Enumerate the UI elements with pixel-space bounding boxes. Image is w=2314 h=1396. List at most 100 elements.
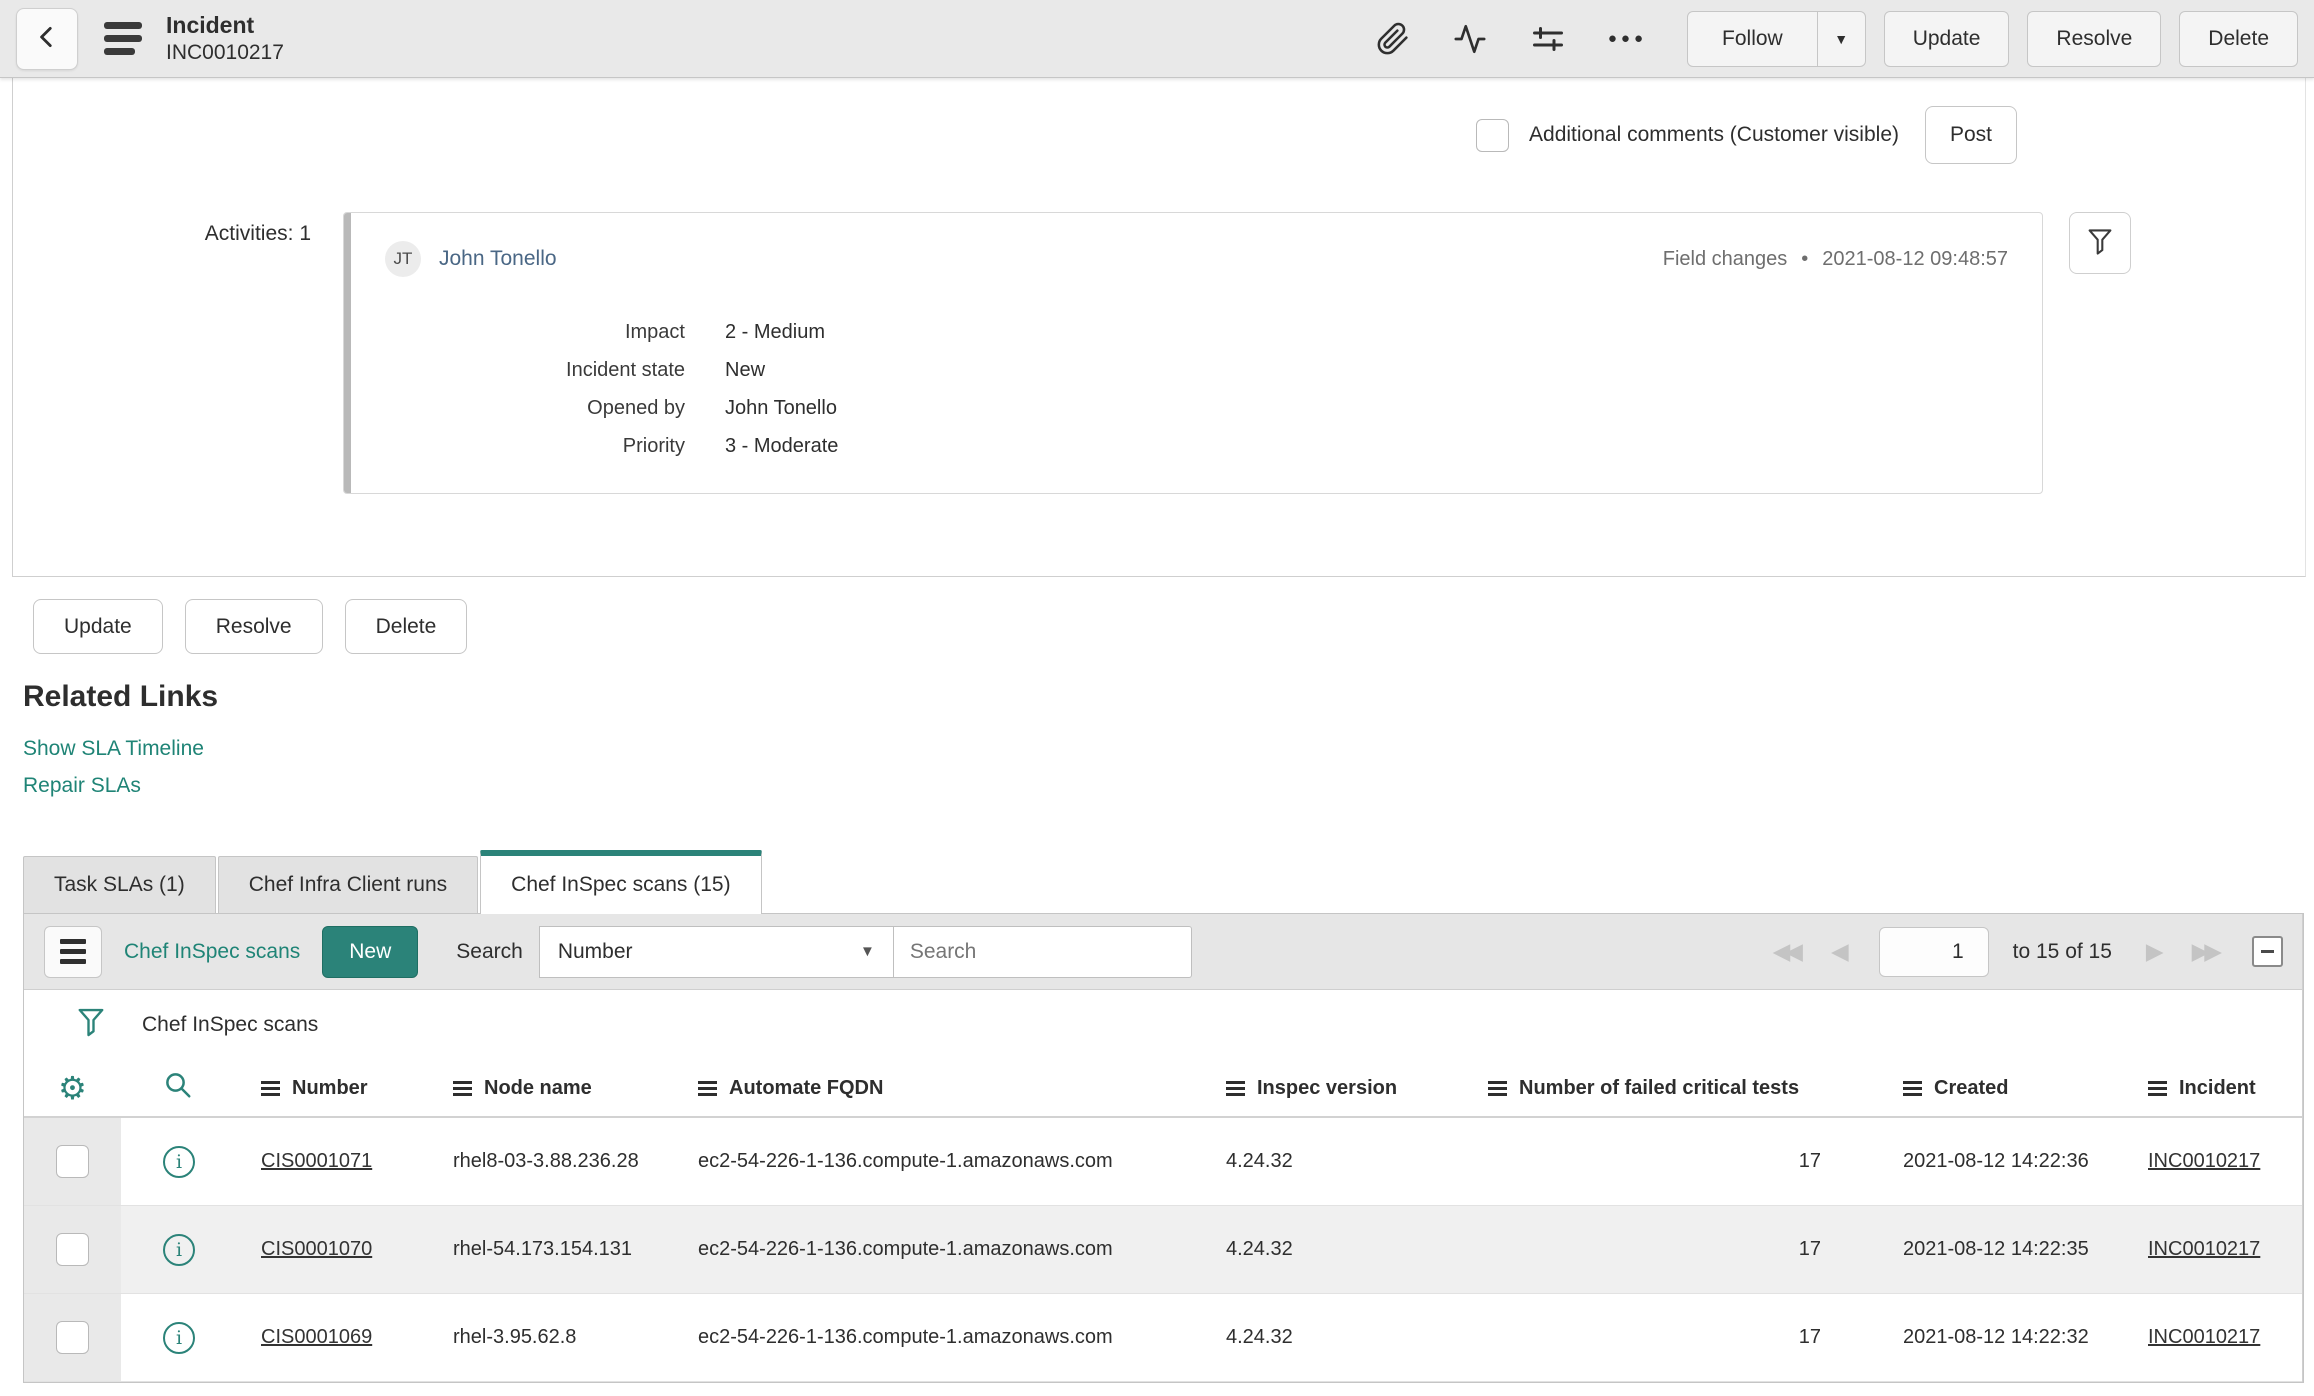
column-header-incident[interactable]: Incident	[2148, 1077, 2303, 1100]
collapse-list-button[interactable]	[2252, 936, 2283, 967]
follow-button[interactable]: Follow	[1688, 12, 1817, 66]
node-name-cell: rhel-3.95.62.8	[453, 1326, 577, 1348]
info-icon[interactable]: i	[163, 1145, 195, 1178]
more-options-icon[interactable]: ●●●	[1608, 30, 1647, 47]
column-menu-icon	[1903, 1080, 1922, 1096]
back-button[interactable]	[16, 7, 78, 70]
page-number-input[interactable]	[1878, 926, 1989, 977]
form-action-buttons: Update Resolve Delete	[23, 599, 2304, 654]
list-table: ⚙ Number Node name Automate FQDN Inspec …	[24, 1060, 2303, 1382]
resolve-button-header[interactable]: Resolve	[2027, 10, 2162, 67]
column-menu-icon	[2148, 1080, 2167, 1096]
resolve-button[interactable]: Resolve	[184, 599, 323, 654]
show-sla-timeline-link[interactable]: Show SLA Timeline	[23, 730, 2304, 767]
search-column-select[interactable]: Number ▼	[538, 925, 894, 978]
incident-link[interactable]: INC0010217	[2148, 1326, 2260, 1349]
incident-link[interactable]: INC0010217	[2148, 1238, 2260, 1261]
new-button[interactable]: New	[322, 925, 419, 978]
created-cell: 2021-08-12 14:22:32	[1903, 1326, 2089, 1348]
column-header-created[interactable]: Created	[1903, 1077, 2148, 1100]
update-button-header[interactable]: Update	[1883, 10, 2010, 67]
first-page-button[interactable]: ◀◀	[1773, 938, 1803, 965]
info-icon[interactable]: i	[163, 1321, 195, 1354]
update-button[interactable]: Update	[33, 599, 163, 654]
column-header-node-name[interactable]: Node name	[453, 1077, 698, 1100]
activity-field-changes: Impact 2 - Medium Incident state New Ope…	[385, 313, 2008, 465]
related-list-tabs: Task SLAs (1) Chef Infra Client runs Che…	[23, 850, 2304, 914]
next-page-button[interactable]: ▶	[2146, 938, 2164, 965]
related-links: Show SLA Timeline Repair SLAs	[23, 730, 2304, 804]
automate-fqdn-cell: ec2-54-226-1-136.compute-1.amazonaws.com	[698, 1326, 1113, 1348]
column-header-inspec-version[interactable]: Inspec version	[1226, 1077, 1488, 1100]
app-header: Incident INC0010217 ●●● Follow ▼ Update …	[0, 0, 2314, 78]
table-row: i CIS0001069 rhel-3.95.62.8 ec2-54-226-1…	[24, 1294, 2303, 1382]
list-menu-button[interactable]	[44, 925, 102, 978]
related-links-title: Related Links	[23, 680, 219, 713]
row-checkbox[interactable]	[56, 1233, 89, 1266]
tab-chef-inspec-scans[interactable]: Chef InSpec scans (15)	[480, 850, 762, 914]
repair-slas-link[interactable]: Repair SLAs	[23, 767, 2304, 804]
filter-funnel-icon[interactable]	[76, 1006, 106, 1045]
pagination-range-label: to 15 of 15	[2012, 939, 2112, 963]
activity-filter-button[interactable]	[2069, 212, 2131, 274]
activity-accent-bar	[344, 213, 351, 493]
additional-comments-checkbox[interactable]	[1476, 118, 1510, 152]
search-input[interactable]	[893, 925, 1192, 978]
activity-entry-card: JT John Tonello Field changes • 2021-08-…	[343, 212, 2043, 494]
field-change-row: Priority 3 - Moderate	[385, 427, 2008, 465]
gear-icon[interactable]: ⚙	[58, 1072, 87, 1104]
column-menu-icon	[453, 1080, 472, 1096]
created-cell: 2021-08-12 14:22:36	[1903, 1150, 2089, 1172]
node-name-cell: rhel-54.173.154.131	[453, 1238, 633, 1260]
activity-author-link[interactable]: John Tonello	[439, 247, 557, 271]
row-checkbox[interactable]	[56, 1145, 89, 1178]
delete-button[interactable]: Delete	[344, 599, 468, 654]
column-header-failed-critical-tests[interactable]: Number of failed critical tests	[1488, 1077, 1903, 1100]
node-name-cell: rhel8-03-3.88.236.28	[453, 1150, 639, 1172]
scan-number-link[interactable]: CIS0001070	[261, 1238, 372, 1261]
personalize-sliders-icon[interactable]	[1530, 21, 1566, 57]
field-label: Opened by	[587, 397, 685, 419]
field-label: Incident state	[566, 359, 685, 381]
failed-critical-tests-cell: 17	[1798, 1150, 1821, 1172]
follow-dropdown-arrow[interactable]: ▼	[1816, 11, 1865, 66]
tab-chef-infra-client-runs[interactable]: Chef Infra Client runs	[217, 856, 479, 913]
activity-stream-icon[interactable]	[1452, 22, 1488, 56]
created-cell: 2021-08-12 14:22:35	[1903, 1238, 2089, 1260]
paperclip-icon[interactable]	[1376, 22, 1410, 56]
table-header-row: ⚙ Number Node name Automate FQDN Inspec …	[24, 1060, 2303, 1118]
context-menu-icon[interactable]	[104, 22, 142, 55]
scan-number-link[interactable]: CIS0001071	[261, 1150, 372, 1173]
previous-page-button[interactable]: ◀	[1831, 938, 1849, 965]
delete-button-header[interactable]: Delete	[2179, 10, 2298, 67]
list-body: i CIS0001071 rhel8-03-3.88.236.28 ec2-54…	[24, 1118, 2303, 1382]
tab-task-slas[interactable]: Task SLAs (1)	[23, 856, 216, 913]
column-header-number[interactable]: Number	[261, 1077, 453, 1100]
list-title-link[interactable]: Chef InSpec scans	[124, 940, 300, 964]
field-value: John Tonello	[725, 397, 837, 419]
info-icon[interactable]: i	[163, 1233, 195, 1266]
avatar: JT	[385, 241, 421, 277]
column-menu-icon	[1488, 1080, 1507, 1096]
field-label: Impact	[624, 321, 685, 343]
inspec-version-cell: 4.24.32	[1226, 1238, 1293, 1260]
list-filter-row: Chef InSpec scans	[24, 990, 2303, 1060]
search-column-value: Number	[557, 939, 633, 963]
incident-link[interactable]: INC0010217	[2148, 1150, 2260, 1173]
last-page-button[interactable]: ▶▶	[2192, 938, 2222, 965]
chef-inspec-scans-list: Chef InSpec scans New Search Number ▼ ◀◀…	[23, 913, 2304, 1383]
additional-comments-label: Additional comments (Customer visible)	[1529, 123, 1899, 146]
activity-timestamp: 2021-08-12 09:48:57	[1822, 247, 2008, 270]
activity-meta-separator: •	[1801, 247, 1809, 270]
failed-critical-tests-cell: 17	[1798, 1238, 1821, 1260]
search-label: Search	[456, 939, 523, 963]
row-checkbox[interactable]	[56, 1321, 89, 1354]
field-value: New	[725, 359, 766, 381]
scan-number-link[interactable]: CIS0001069	[261, 1326, 372, 1349]
pagination: ◀◀ ◀ to 15 of 15 ▶ ▶▶	[1773, 926, 2283, 977]
field-change-row: Incident state New	[385, 351, 2008, 389]
column-search-icon[interactable]	[163, 1070, 193, 1106]
post-button[interactable]: Post	[1925, 106, 2017, 164]
column-header-automate-fqdn[interactable]: Automate FQDN	[698, 1077, 1226, 1100]
field-change-row: Opened by John Tonello	[385, 389, 2008, 427]
